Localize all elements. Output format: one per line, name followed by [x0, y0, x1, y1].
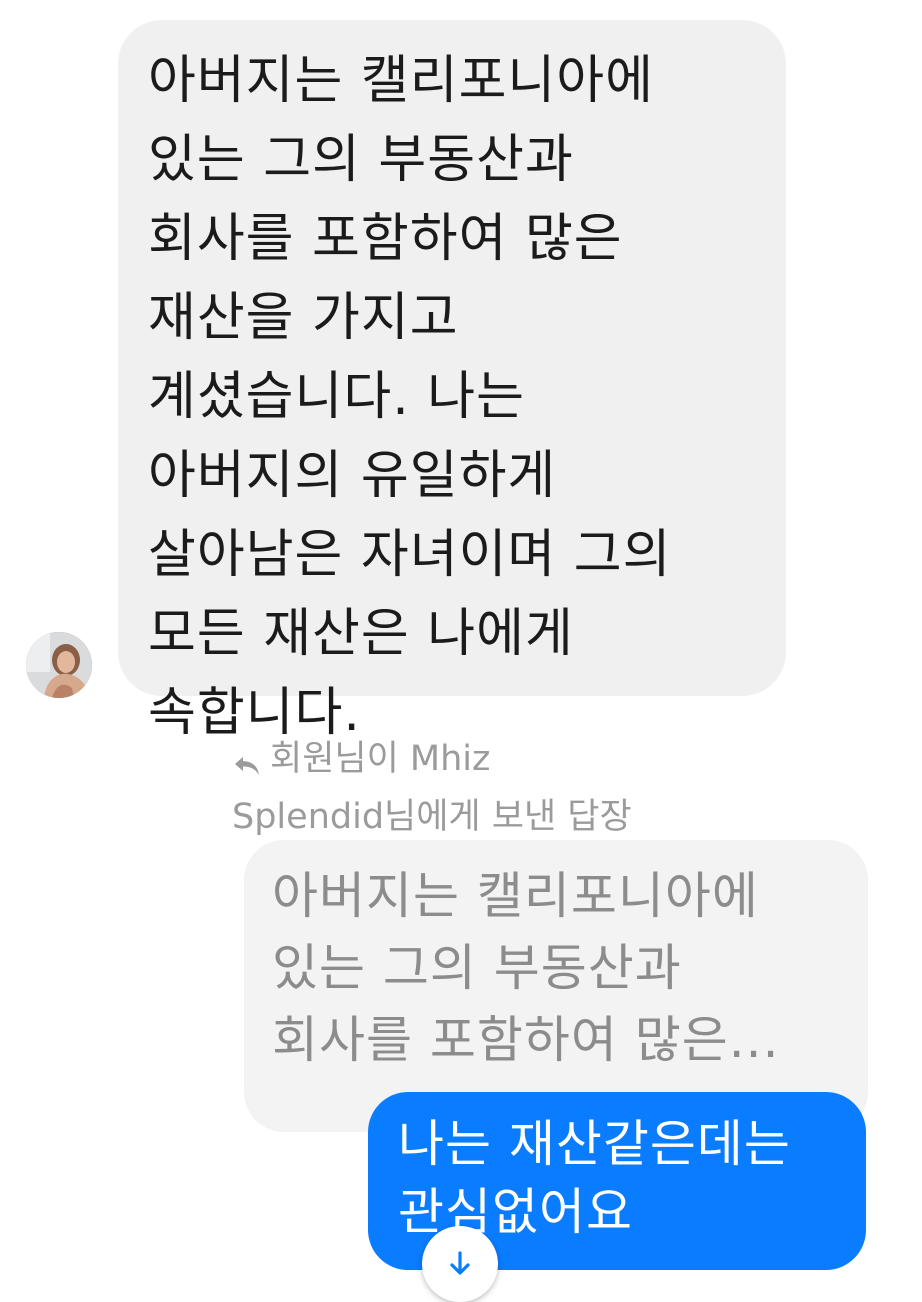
message-text-line: 살아남은 자녀이며 그의: [148, 525, 672, 585]
message-text-line: 모든 재산은 나에게: [148, 604, 574, 664]
sent-text-line: 나는 재산같은데는: [398, 1115, 791, 1173]
reply-context-label: 회원님이 Mhiz Splendid님에게 보낸 답장: [232, 730, 792, 846]
sender-avatar[interactable]: [26, 632, 92, 698]
received-message-bubble[interactable]: 아버지는 캘리포니아에 있는 그의 부동산과 회사를 포함하여 많은 재산을 가…: [118, 20, 786, 743]
quoted-message-bubble[interactable]: 아버지는 캘리포니아에 있는 그의 부동산과 회사를 포함하여 많은...: [244, 840, 868, 1132]
reply-arrow-icon: [232, 741, 262, 775]
reply-context-line-2: Splendid님에게 보낸 답장: [232, 797, 632, 837]
quoted-text-line: 회사를 포함하여 많은...: [272, 1011, 780, 1069]
avatar-photo: [26, 632, 92, 698]
reply-context-text: 회원님이 Mhiz: [270, 739, 491, 779]
message-text-line: 있는 그의 부동산과: [148, 130, 574, 190]
message-text-line: 계셨습니다. 나는: [148, 367, 525, 427]
message-text-line: 재산을 가지고: [148, 288, 459, 348]
message-text-line: 아버지의 유일하게: [148, 446, 557, 506]
reply-context-line-1: 회원님이 Mhiz: [232, 730, 792, 788]
scroll-to-bottom-button[interactable]: [422, 1226, 498, 1302]
quoted-text-line: 있는 그의 부동산과: [272, 939, 682, 997]
message-text-line: 회사를 포함하여 많은: [148, 209, 623, 269]
message-text-line: 아버지는 캘리포니아에: [148, 51, 654, 111]
arrow-down-icon: [450, 1251, 470, 1275]
quoted-text-line: 아버지는 캘리포니아에: [272, 867, 759, 925]
